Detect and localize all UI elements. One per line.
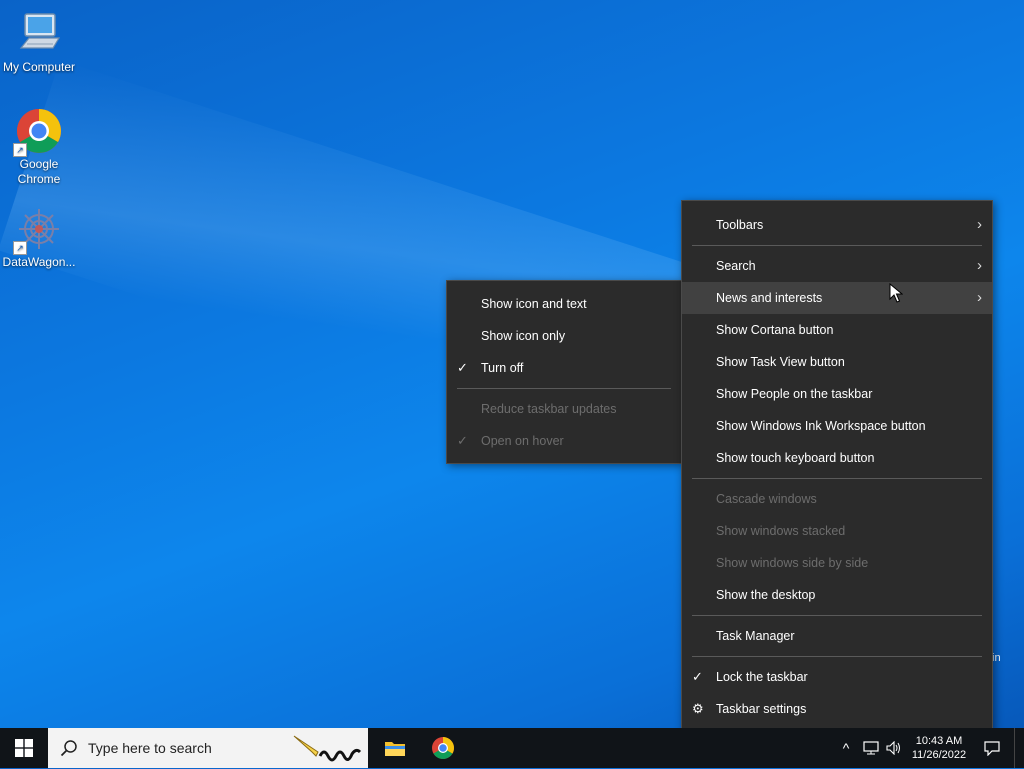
menu-item-turn-off[interactable]: ✓ Turn off bbox=[447, 352, 681, 384]
taskbar-file-explorer[interactable] bbox=[372, 728, 418, 768]
menu-item-reduce-taskbar-updates: Reduce taskbar updates bbox=[481, 402, 617, 416]
shortcut-arrow-icon: ↗ bbox=[13, 241, 27, 255]
clock-time: 10:43 AM bbox=[915, 735, 963, 747]
menu-item-lock-the-taskbar[interactable]: ✓ Lock the taskbar bbox=[682, 661, 992, 693]
menu-item-show-windows-side-by-side: Show windows side by side bbox=[716, 556, 869, 570]
folder-icon bbox=[385, 742, 405, 756]
search-placeholder: Type here to search bbox=[88, 740, 212, 756]
shortcut-arrow-icon: ↗ bbox=[13, 143, 27, 157]
desktop-icon-label: Google Chrome bbox=[17, 157, 61, 186]
menu-item-show-the-desktop[interactable]: Show the desktop bbox=[682, 579, 992, 611]
gear-icon: ⚙ bbox=[692, 701, 704, 716]
checkmark-icon: ✓ bbox=[457, 433, 468, 448]
menu-item-show-people[interactable]: Show People on the taskbar bbox=[682, 378, 992, 410]
volume-icon[interactable] bbox=[883, 728, 905, 768]
chrome-icon: ↗ bbox=[13, 107, 63, 157]
chevron-right-icon: › bbox=[977, 257, 982, 274]
menu-separator bbox=[457, 388, 671, 389]
action-center-notification-icon[interactable] bbox=[978, 728, 1006, 768]
menu-item-show-icon-and-text[interactable]: Show icon and text bbox=[447, 288, 681, 320]
menu-separator bbox=[692, 245, 982, 246]
menu-separator bbox=[692, 656, 982, 657]
menu-item-show-icon-only[interactable]: Show icon only bbox=[447, 320, 681, 352]
desktop-icon-google-chrome[interactable]: ↗ Google Chrome bbox=[0, 107, 78, 187]
chevron-right-icon: › bbox=[977, 289, 982, 306]
activation-watermark-fragment: in bbox=[992, 652, 1001, 664]
menu-item-search[interactable]: Search › bbox=[682, 250, 992, 282]
search-icon bbox=[60, 739, 78, 757]
menu-item-open-on-hover: ✓ Open on hover bbox=[447, 425, 681, 457]
menu-item-show-ink-workspace[interactable]: Show Windows Ink Workspace button bbox=[682, 410, 992, 442]
desktop-icon-datawagon[interactable]: ↗ DataWagon... bbox=[0, 205, 78, 270]
checkmark-icon: ✓ bbox=[692, 669, 703, 684]
show-desktop-button[interactable] bbox=[1014, 728, 1021, 768]
menu-item-news-and-interests[interactable]: News and interests › bbox=[682, 282, 992, 314]
taskbar: Type here to search ^ 10:43 AM 11/26/202… bbox=[0, 728, 1024, 768]
windows-logo-icon bbox=[15, 739, 33, 757]
chevron-right-icon: › bbox=[977, 216, 982, 233]
menu-item-taskbar-settings[interactable]: ⚙ Taskbar settings bbox=[682, 693, 992, 725]
start-button[interactable] bbox=[0, 728, 48, 768]
menu-item-show-cortana-button[interactable]: Show Cortana button bbox=[682, 314, 992, 346]
datawagon-icon: ↗ bbox=[13, 205, 63, 255]
tray-overflow-chevron-icon[interactable]: ^ bbox=[836, 728, 856, 768]
desktop-icon-label: DataWagon... bbox=[2, 255, 76, 269]
menu-item-show-windows-stacked: Show windows stacked bbox=[716, 524, 846, 538]
system-clock[interactable]: 10:43 AM 11/26/2022 bbox=[906, 728, 972, 768]
desktop-icon-label: My Computer bbox=[2, 60, 76, 74]
menu-separator bbox=[692, 615, 982, 616]
taskbar-search-box[interactable]: Type here to search bbox=[48, 728, 368, 768]
search-highlight-doodle-icon bbox=[290, 730, 364, 769]
checkmark-icon: ✓ bbox=[457, 360, 468, 375]
taskbar-context-menu: Toolbars › Search › News and interests ›… bbox=[681, 200, 993, 733]
chrome-icon bbox=[432, 737, 454, 759]
menu-separator bbox=[692, 478, 982, 479]
mouse-cursor-icon bbox=[889, 282, 904, 308]
clock-date: 11/26/2022 bbox=[911, 749, 967, 761]
taskbar-google-chrome[interactable] bbox=[420, 728, 466, 768]
menu-item-toolbars[interactable]: Toolbars › bbox=[682, 209, 992, 241]
menu-item-task-manager[interactable]: Task Manager bbox=[682, 620, 992, 652]
news-interests-submenu: Show icon and text Show icon only ✓ Turn… bbox=[446, 280, 682, 464]
menu-item-cascade-windows: Cascade windows bbox=[716, 492, 817, 506]
network-icon[interactable] bbox=[860, 728, 882, 768]
menu-item-show-task-view-button[interactable]: Show Task View button bbox=[682, 346, 992, 378]
computer-icon bbox=[15, 10, 63, 58]
desktop-icon-my-computer[interactable]: My Computer bbox=[0, 10, 78, 75]
menu-item-show-touch-keyboard[interactable]: Show touch keyboard button bbox=[682, 442, 992, 474]
